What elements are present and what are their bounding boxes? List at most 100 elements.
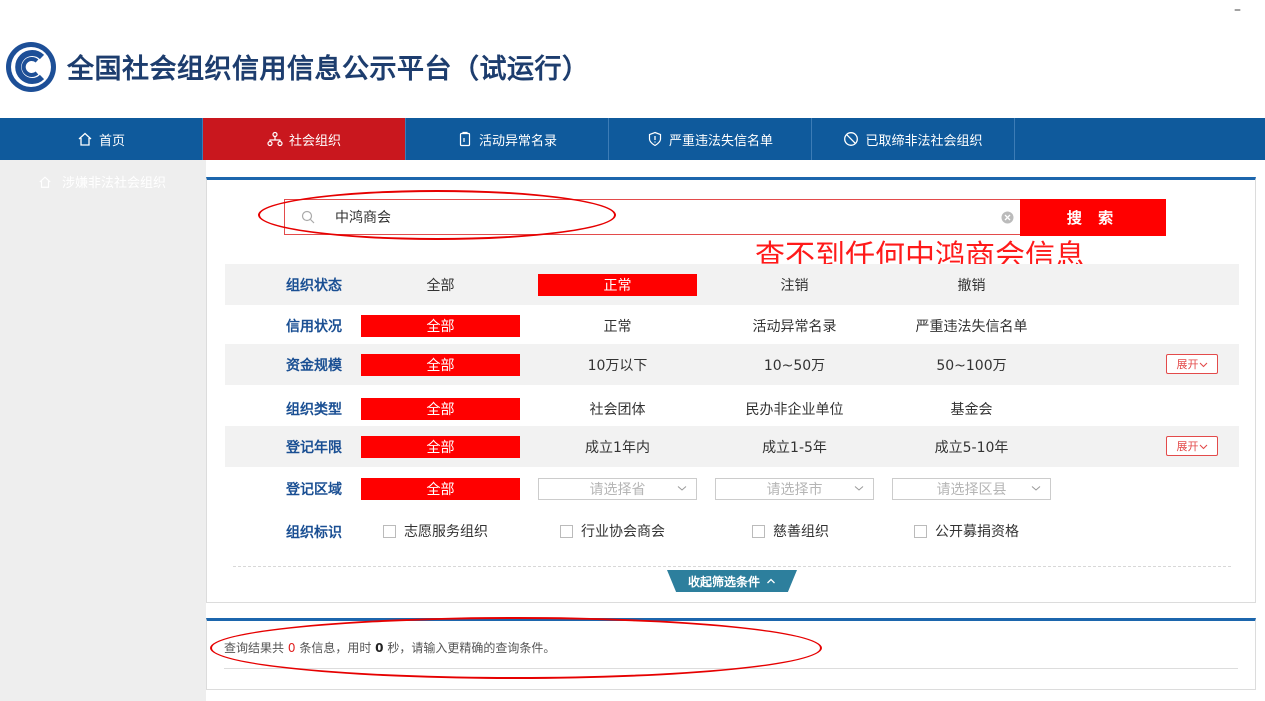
filter-row-years: 登记年限 全部 成立1年内 成立1-5年 成立5-10年 展开 [225,426,1239,467]
chevron-up-icon [767,578,775,584]
tag-industry-association[interactable]: 行业协会商会 [560,521,665,541]
nav-home[interactable]: 首页 [0,118,203,160]
chevron-down-icon [677,486,687,491]
years-expand-button[interactable]: 展开 [1166,436,1218,456]
sidebar-item-suspected-illegal[interactable]: 涉嫌非法社会组织 [38,172,166,191]
platform-logo-icon [6,42,56,92]
shield-icon [648,131,662,147]
city-select[interactable]: 请选择市 [715,478,874,500]
city-select-placeholder: 请选择市 [766,482,823,498]
chevron-down-icon [1199,362,1207,367]
years-option-all[interactable]: 全部 [361,436,520,458]
nav-blacklist[interactable]: 严重违法失信名单 [609,118,812,160]
filter-row-credit: 信用状况 全部 正常 活动异常名录 严重违法失信名单 [225,305,1239,346]
search-input[interactable] [335,209,975,225]
tag-charity-checkbox[interactable] [752,524,765,538]
organization-icon [267,131,283,147]
result-prefix: 查询结果共 [224,641,285,655]
tag-volunteer-checkbox[interactable] [383,524,396,538]
tag-volunteer[interactable]: 志愿服务组织 [383,521,488,541]
province-select-placeholder: 请选择省 [589,482,646,498]
nav-abnormal-list-label: 活动异常名录 [478,133,557,149]
nav-abnormal-list[interactable]: 活动异常名录 [406,118,609,160]
result-suffix: 秒，请输入更精确的查询条件。 [387,641,556,655]
tag-industry-association-checkbox[interactable] [560,524,573,538]
sidebar: 涉嫌非法社会组织 [0,160,206,701]
status-option-all[interactable]: 全部 [361,274,520,296]
clear-icon[interactable] [1001,211,1014,224]
filter-row-type: 组织类型 全部 社会团体 民办非企业单位 基金会 [225,388,1239,429]
credit-option-abnormal[interactable]: 活动异常名录 [715,315,874,337]
site-title: 全国社会组织信用信息公示平台（试运行） [67,54,590,85]
type-option-social-group[interactable]: 社会团体 [538,398,697,420]
capital-option-all[interactable]: 全部 [361,354,520,376]
filter-label-tags: 组织标识 [286,525,342,541]
tag-public-fundraising-label: 公开募捐资格 [935,524,1019,540]
status-option-revoked[interactable]: 撤销 [892,274,1051,296]
county-select-placeholder: 请选择区县 [936,482,1007,498]
filter-row-tags: 组织标识 志愿服务组织 行业协会商会 慈善组织 公开募捐资格 [225,511,1239,552]
chevron-down-icon [854,486,864,491]
tag-industry-association-label: 行业协会商会 [581,524,665,540]
years-option-within-1[interactable]: 成立1年内 [538,436,697,458]
nav-banned-organizations-label: 已取缔非法社会组织 [865,133,983,149]
nav-social-organization[interactable]: 社会组织 [203,118,406,160]
capital-option-50-100w[interactable]: 50~100万 [892,354,1051,376]
chevron-down-icon [1199,444,1207,449]
sidebar-item-label: 涉嫌非法社会组织 [62,176,167,191]
results-panel: 查询结果共 0 条信息，用时 0 秒，请输入更精确的查询条件。 [206,618,1256,690]
filter-label-capital: 资金规模 [286,358,342,374]
home-outline-icon [39,175,51,188]
collapse-filters-button[interactable]: 收起筛选条件 [667,570,797,592]
ban-icon [844,132,859,146]
chevron-down-icon [1031,486,1041,491]
nav-banned-organizations[interactable]: 已取缔非法社会组织 [812,118,1015,160]
tag-charity[interactable]: 慈善组织 [752,521,829,541]
filter-label-type: 组织类型 [286,402,342,418]
status-option-normal[interactable]: 正常 [538,274,697,296]
nav-home-label: 首页 [98,133,125,149]
type-option-all[interactable]: 全部 [361,398,520,420]
main-nav: 首页 社会组织 活动异常名录 严重违法失信名单 已取缔非法社会组织 [0,118,1265,160]
county-select[interactable]: 请选择区县 [892,478,1051,500]
nav-blacklist-label: 严重违法失信名单 [668,133,773,149]
years-option-1-5[interactable]: 成立1-5年 [715,436,874,458]
capital-expand-label: 展开 [1176,358,1199,371]
tag-public-fundraising[interactable]: 公开募捐资格 [914,521,1019,541]
filter-label-credit: 信用状况 [286,319,342,335]
filter-row-capital: 资金规模 全部 10万以下 10~50万 50~100万 展开 [225,344,1239,385]
filter-label-status: 组织状态 [286,278,342,294]
result-count: 0 [287,641,296,655]
credit-option-normal[interactable]: 正常 [538,315,697,337]
filter-row-region: 登记区域 全部 请选择省 请选择市 请选择区县 [225,468,1239,509]
filter-divider [233,566,1231,567]
result-mid: 条信息，用时 [299,641,372,655]
filter-row-status: 组织状态 全部 正常 注销 撤销 [225,264,1239,305]
credit-option-blacklist[interactable]: 严重违法失信名单 [892,315,1051,337]
years-option-5-10[interactable]: 成立5-10年 [892,436,1051,458]
filter-label-years: 登记年限 [286,440,342,456]
type-option-private-nonenterprise[interactable]: 民办非企业单位 [715,398,874,420]
filter-label-region: 登记区域 [286,482,342,498]
collapse-filters-label: 收起筛选条件 [687,574,760,589]
status-option-cancelled[interactable]: 注销 [715,274,874,296]
capital-option-under-10w[interactable]: 10万以下 [538,354,697,376]
home-icon [78,132,92,146]
search-box [284,199,1021,235]
capital-option-10-50w[interactable]: 10~50万 [715,354,874,376]
credit-option-all[interactable]: 全部 [361,315,520,337]
province-select[interactable]: 请选择省 [538,478,697,500]
nav-social-organization-label: 社会组织 [288,133,341,149]
tag-volunteer-label: 志愿服务组织 [404,524,488,540]
clipboard-icon [459,131,471,147]
filter-panel: 搜 索 查不到任何中鸿商会信息 组织状态 全部 正常 注销 撤销 信用状况 全部… [206,177,1256,603]
tag-public-fundraising-checkbox[interactable] [914,524,927,538]
type-option-foundation[interactable]: 基金会 [892,398,1051,420]
site-header: 全国社会组织信用信息公示平台（试运行） [0,0,1265,118]
years-expand-label: 展开 [1176,440,1199,453]
search-icon [301,210,315,224]
region-option-all[interactable]: 全部 [361,478,520,500]
capital-expand-button[interactable]: 展开 [1166,354,1218,374]
result-seconds: 0 [375,641,384,655]
